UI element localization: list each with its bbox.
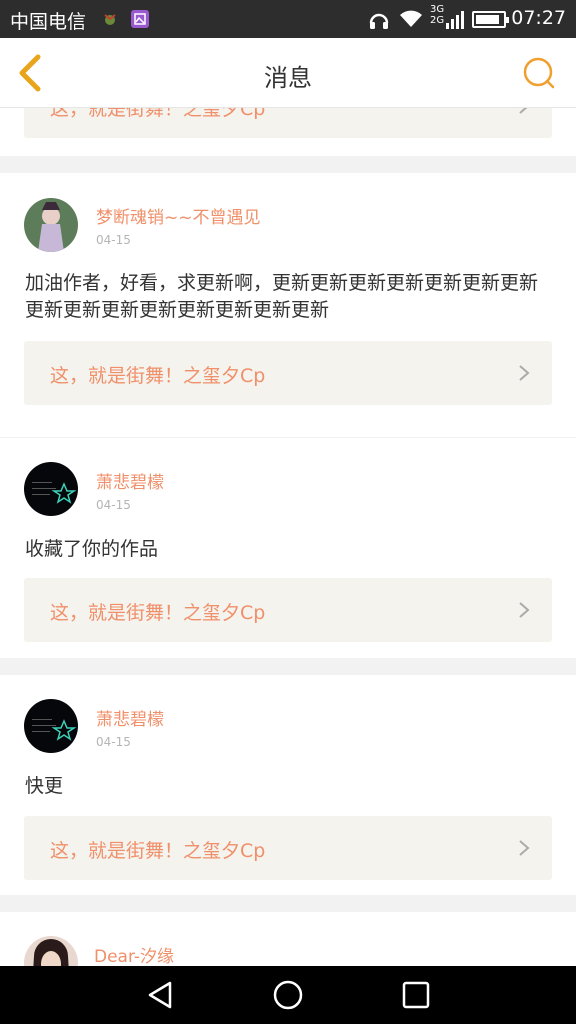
- message-date: 04-15: [96, 498, 131, 512]
- username[interactable]: 萧悲碧檬: [96, 705, 164, 730]
- chevron-right-icon: [519, 365, 530, 381]
- headphones-icon: [368, 9, 389, 29]
- battery-icon: [472, 11, 509, 28]
- page-title: 消息: [264, 64, 312, 92]
- network-3g-label: 3G: [430, 4, 445, 15]
- triangle-back-icon: [148, 981, 172, 1009]
- message-date: 04-15: [96, 735, 131, 749]
- gallery-notification-icon: [130, 9, 150, 29]
- nav-recents-button[interactable]: [400, 979, 432, 1011]
- battery-level: [476, 15, 500, 24]
- avatar[interactable]: [24, 198, 78, 252]
- work-link[interactable]: 这，就是街舞！之玺夕Cp: [24, 341, 552, 405]
- signal-icon: [446, 9, 464, 29]
- message-card: 萧悲碧檬 04-15 快更 这，就是街舞！之玺夕Cp: [0, 675, 576, 895]
- work-link[interactable]: 这，就是街舞！之玺夕Cp: [24, 578, 552, 642]
- message-date: 04-15: [96, 233, 131, 247]
- avatar[interactable]: [24, 699, 78, 753]
- search-button[interactable]: [522, 56, 556, 90]
- nav-home-button[interactable]: [272, 979, 304, 1011]
- username[interactable]: Dear-汐缘: [94, 942, 174, 966]
- notification-app-icon: [100, 9, 120, 29]
- username[interactable]: 萧悲碧檬: [96, 468, 164, 493]
- work-link[interactable]: 这，就是街舞！之玺夕Cp: [24, 816, 552, 880]
- message-text: 快更: [25, 775, 64, 797]
- message-text: 加油作者，好看，求更新啊，更新更新更新更新更新更新更新更新更新更新更新更新更新更…: [25, 272, 539, 321]
- message-text: 收藏了你的作品: [25, 538, 159, 560]
- avatar[interactable]: [24, 462, 78, 516]
- username[interactable]: 梦断魂销~~不曾遇见: [96, 203, 261, 228]
- search-icon: [523, 57, 555, 89]
- message-list[interactable]: 这，就是街舞！之玺夕Cp 梦断魂销~~不曾遇见 04-15 加油作者，好看，求更…: [0, 108, 576, 966]
- nav-back-button[interactable]: [144, 979, 176, 1011]
- chevron-right-icon: [519, 840, 530, 856]
- work-title: 这，就是街舞！之玺夕Cp: [50, 108, 266, 120]
- avatar[interactable]: [24, 936, 78, 966]
- chevron-right-icon: [519, 108, 528, 114]
- chevron-right-icon: [519, 602, 530, 618]
- work-title: 这，就是街舞！之玺夕Cp: [50, 602, 266, 624]
- square-recents-icon: [402, 981, 430, 1009]
- clock: 07:27: [511, 7, 566, 29]
- system-nav-bar: [0, 966, 576, 1024]
- message-card: Dear-汐缘: [0, 912, 576, 966]
- status-bar: 中国电信 3G 2G 07:27: [0, 0, 576, 38]
- work-link[interactable]: 这，就是街舞！之玺夕Cp: [24, 108, 552, 138]
- message-card: 萧悲碧檬 04-15 收藏了你的作品 这，就是街舞！之玺夕Cp: [0, 438, 576, 658]
- carrier-label: 中国电信: [10, 11, 87, 33]
- app-header: 消息: [0, 38, 576, 108]
- message-card: 梦断魂销~~不曾遇见 04-15 加油作者，好看，求更新啊，更新更新更新更新更新…: [0, 173, 576, 437]
- work-title: 这，就是街舞！之玺夕Cp: [50, 840, 266, 862]
- network-type-label: 3G 2G: [430, 4, 444, 26]
- network-2g-label: 2G: [430, 15, 445, 26]
- circle-home-icon: [273, 980, 303, 1010]
- wifi-icon: [398, 9, 424, 29]
- message-card: 这，就是街舞！之玺夕Cp: [0, 108, 576, 156]
- work-title: 这，就是街舞！之玺夕Cp: [50, 365, 266, 387]
